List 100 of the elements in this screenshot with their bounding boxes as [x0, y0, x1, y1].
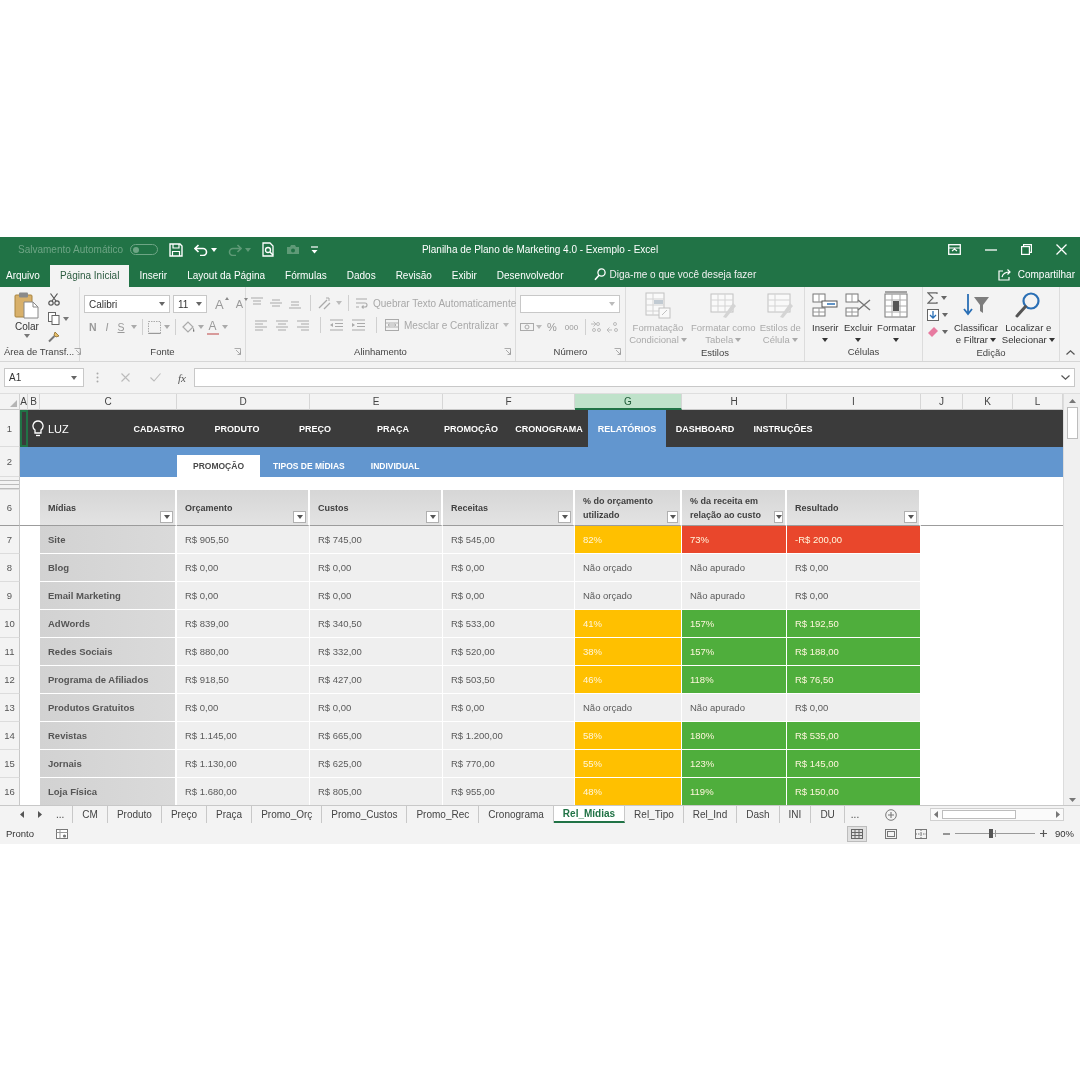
formula-field[interactable] [193, 368, 1075, 387]
filter-button[interactable] [774, 511, 783, 523]
print-preview-icon[interactable] [262, 242, 276, 257]
nav-tab[interactable]: CRONOGRAMA [510, 410, 588, 447]
ribbon-tab[interactable]: Fórmulas [275, 265, 337, 287]
row-header[interactable]: 14 [0, 722, 20, 750]
minimize-icon[interactable] [985, 248, 997, 251]
search-icon[interactable] [593, 268, 606, 281]
borders-icon[interactable] [147, 320, 161, 334]
horizontal-scrollbar[interactable] [930, 808, 1064, 821]
ribbon-tab[interactable]: Revisão [385, 265, 442, 287]
align-right-icon[interactable] [296, 319, 310, 331]
ribbon-button[interactable]: Formatar [877, 291, 916, 344]
sigma-icon[interactable] [927, 292, 938, 304]
up-triangle-icon[interactable] [1068, 399, 1076, 403]
save-icon[interactable] [169, 242, 184, 257]
plus-icon[interactable] [1040, 830, 1047, 837]
dialog-launcher-icon[interactable] [234, 348, 241, 355]
ribbon-tab[interactable]: Desenvolvedor [486, 265, 574, 287]
row-header[interactable]: 10 [0, 610, 20, 638]
scrollbar-thumb[interactable] [942, 810, 1016, 819]
more-sheets-button[interactable]: ... [844, 806, 866, 823]
font-size-dropdown[interactable]: 11 [173, 295, 207, 313]
eraser-icon[interactable] [927, 326, 939, 337]
increase-indent-icon[interactable] [351, 319, 366, 331]
paintbrush-icon[interactable] [48, 331, 60, 343]
nav-tab[interactable]: PROMOÇÃO [432, 410, 510, 447]
row-header[interactable]: 11 [0, 638, 20, 666]
camera-icon[interactable] [286, 244, 301, 255]
text-orientation-icon[interactable] [317, 296, 331, 310]
redo-icon[interactable] [228, 243, 243, 256]
nav-tab[interactable]: PREÇO [276, 410, 354, 447]
filter-button[interactable] [667, 511, 678, 523]
nav-tab[interactable]: DASHBOARD [666, 410, 744, 447]
decrease-decimal-icon[interactable] [606, 321, 621, 333]
dialog-launcher-icon[interactable] [614, 348, 621, 355]
filter-button[interactable] [426, 511, 439, 523]
share-button[interactable]: Compartilhar [997, 268, 1080, 281]
zoom-level[interactable]: 90% [1055, 828, 1074, 839]
row-header[interactable]: 12 [0, 666, 20, 694]
ribbon-tab[interactable]: Exibir [441, 265, 487, 287]
ribbon-tab[interactable]: Layout da Página [177, 265, 276, 287]
column-header[interactable]: L [1013, 394, 1063, 410]
column-header[interactable]: E [310, 394, 443, 410]
nav-tab[interactable]: INSTRUÇÕES [744, 410, 822, 447]
chevron-down-icon[interactable] [1061, 375, 1070, 380]
currency-icon[interactable] [520, 321, 534, 333]
caret-icon[interactable] [942, 313, 948, 317]
filter-button[interactable] [293, 511, 306, 523]
insert-function-button[interactable]: fx [178, 371, 186, 384]
column-header[interactable]: J [921, 394, 963, 410]
ribbon-tab[interactable]: Página Inicial [49, 265, 130, 287]
name-box[interactable]: A1 [4, 368, 84, 387]
ribbon-button[interactable]: Excluir [843, 291, 873, 344]
nav-tab[interactable]: CADASTRO [120, 410, 198, 447]
caret-icon[interactable] [941, 296, 947, 300]
filter-button[interactable] [558, 511, 571, 523]
align-middle-icon[interactable] [269, 297, 283, 309]
row-header[interactable]: 16 [0, 778, 20, 805]
down-triangle-icon[interactable] [1068, 798, 1076, 802]
caret-icon[interactable] [63, 316, 69, 321]
scrollbar-thumb[interactable] [1066, 407, 1078, 439]
scissors-icon[interactable] [48, 293, 60, 306]
decrease-indent-icon[interactable] [329, 319, 344, 331]
nav-tab[interactable]: PRODUTO [198, 410, 276, 447]
ribbon-display-icon[interactable] [948, 244, 961, 255]
row-header[interactable]: 15 [0, 750, 20, 778]
page-layout-icon[interactable] [885, 828, 897, 839]
select-all-button[interactable] [0, 394, 20, 410]
left-triangle-icon[interactable] [20, 811, 24, 818]
filter-button[interactable] [904, 511, 917, 523]
column-header[interactable]: G [575, 394, 682, 410]
caret-icon[interactable] [211, 247, 218, 252]
nav-tab[interactable]: PRAÇA [354, 410, 432, 447]
row-header[interactable]: 1 [0, 410, 20, 447]
column-header[interactable]: F [443, 394, 575, 410]
restore-icon[interactable] [1021, 244, 1032, 255]
customize-icon[interactable] [311, 245, 319, 254]
row-header[interactable]: 9 [0, 582, 20, 610]
paste-button[interactable]: Colar [14, 291, 40, 344]
align-left-icon[interactable] [254, 319, 268, 331]
normal-view-button[interactable] [847, 825, 867, 842]
add-sheet-icon[interactable] [885, 808, 898, 821]
minus-icon[interactable] [943, 832, 950, 835]
checkmark-icon[interactable] [150, 373, 161, 382]
column-header[interactable]: D [177, 394, 310, 410]
column-header[interactable]: B [28, 394, 40, 410]
column-header[interactable]: K [963, 394, 1013, 410]
column-header[interactable]: I [787, 394, 921, 410]
ribbon-button[interactable]: Classificar e Filtrar [954, 291, 998, 346]
row-header[interactable]: 6 [0, 490, 20, 526]
vertical-scrollbar[interactable] [1063, 394, 1080, 805]
row-header[interactable]: 2 [0, 447, 20, 477]
page-break-icon[interactable] [915, 828, 927, 839]
paint-bucket-icon[interactable] [180, 320, 195, 334]
align-center-icon[interactable] [275, 319, 289, 331]
font-name-dropdown[interactable]: Calibri [84, 295, 170, 313]
right-triangle-icon[interactable] [1056, 811, 1060, 818]
column-header[interactable]: H [682, 394, 787, 410]
macro-record-icon[interactable] [56, 828, 68, 839]
